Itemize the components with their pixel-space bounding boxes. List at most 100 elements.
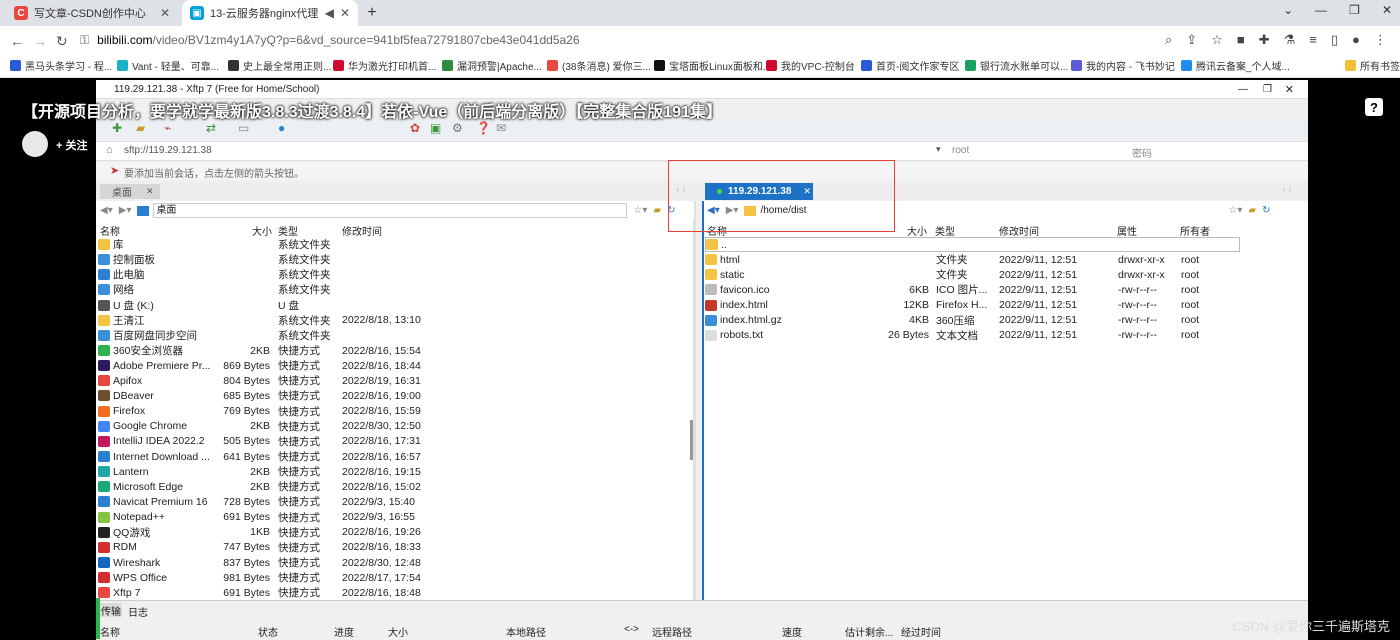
puzzle-icon[interactable]: ✚ bbox=[1259, 32, 1270, 48]
bookmark-icon[interactable]: ☆▾ bbox=[633, 205, 647, 216]
bookmark-item[interactable]: 漏洞预警|Apache... bbox=[442, 58, 542, 73]
sidepanel-icon[interactable]: ▯ bbox=[1331, 32, 1338, 48]
new-tab-button[interactable]: + bbox=[363, 4, 381, 22]
table-row[interactable]: RDM 747 Bytes 快捷方式 2022/8/16, 18:33 bbox=[98, 540, 688, 555]
chevron-down-icon[interactable]: ⌄ bbox=[1283, 3, 1293, 17]
minimize-button[interactable]: — bbox=[1315, 3, 1327, 17]
zoom-icon[interactable]: ⌕ bbox=[1165, 32, 1172, 48]
table-row[interactable]: 王清江 系统文件夹 2022/8/18, 13:10 bbox=[98, 313, 688, 328]
speaker-icon[interactable]: ◀ bbox=[325, 6, 334, 20]
table-row[interactable]: html 文件夹 2022/9/11, 12:51 drwxr-xr-x root bbox=[705, 252, 1303, 267]
flask-icon[interactable]: ⚗ bbox=[1284, 32, 1296, 48]
table-row[interactable]: Adobe Premiere Pr... 869 Bytes 快捷方式 2022/8/… bbox=[98, 358, 688, 373]
column-size[interactable]: 大小 bbox=[252, 223, 272, 238]
table-row[interactable]: 库 系统文件夹 bbox=[98, 237, 688, 252]
column-type[interactable]: 类型 bbox=[935, 223, 955, 238]
restore-button[interactable]: ❐ bbox=[1349, 3, 1360, 17]
close-icon[interactable]: ✕ bbox=[160, 6, 170, 20]
table-row[interactable]: index.html 12KB Firefox H... 2022/9/11, 12:… bbox=[705, 298, 1303, 313]
bookmark-item[interactable]: 我的内容 - 飞书妙记 bbox=[1071, 58, 1175, 73]
transfer-column[interactable]: 经过时间 bbox=[901, 624, 941, 639]
transfer-column[interactable]: 远程路径 bbox=[652, 624, 692, 639]
follow-button[interactable]: + 关注 bbox=[56, 137, 87, 153]
table-row[interactable]: static 文件夹 2022/9/11, 12:51 drwxr-xr-x root bbox=[705, 267, 1303, 282]
column-modified[interactable]: 修改时间 bbox=[999, 223, 1039, 238]
disconnect-icon[interactable]: ⌁ bbox=[164, 121, 171, 135]
globe-icon[interactable]: ● bbox=[278, 121, 285, 135]
table-row[interactable]: Firefox 769 Bytes 快捷方式 2022/8/16, 15:59 bbox=[98, 404, 688, 419]
username-input[interactable]: root bbox=[952, 145, 969, 156]
table-row[interactable]: 360安全浏览器 2KB 快捷方式 2022/8/16, 15:54 bbox=[98, 343, 688, 358]
bookmark-item[interactable]: 首页-阅文作家专区 bbox=[861, 58, 959, 73]
table-row[interactable]: QQ游戏 1KB 快捷方式 2022/8/16, 19:26 bbox=[98, 525, 688, 540]
avatar[interactable] bbox=[22, 131, 48, 157]
properties-icon[interactable]: ▭ bbox=[238, 121, 249, 135]
gear-icon[interactable]: ⚙ bbox=[452, 121, 463, 135]
menu-icon[interactable]: ⋮ bbox=[1374, 32, 1387, 48]
table-row[interactable]: 此电脑 系统文件夹 bbox=[98, 267, 688, 282]
transfer-column[interactable]: 估计剩余... bbox=[845, 624, 893, 639]
table-row[interactable]: favicon.ico 6KB ICO 图片... 2022/9/11, 12:51 -… bbox=[705, 282, 1303, 297]
address-bar[interactable]: ⚿ bilibili.com /video/BV1zm4y1A7yQ?p=6&v… bbox=[80, 30, 1160, 50]
tab-local-desktop[interactable]: 桌面 ✕ bbox=[100, 184, 160, 199]
share-icon[interactable]: ⇪ bbox=[1186, 32, 1197, 48]
table-row[interactable]: .. bbox=[705, 237, 1240, 253]
transfer-column[interactable]: 速度 bbox=[782, 624, 802, 639]
column-size[interactable]: 大小 bbox=[907, 223, 927, 238]
transfer-column[interactable]: 大小 bbox=[388, 624, 408, 639]
bookmark-item[interactable]: 华为激光打印机首... bbox=[333, 58, 436, 73]
table-row[interactable]: 控制面板 系统文件夹 bbox=[98, 252, 688, 267]
bookmark-item[interactable]: 我的VPC-控制台 bbox=[766, 58, 855, 73]
close-icon[interactable]: ✕ bbox=[340, 6, 350, 20]
table-row[interactable]: index.html.gz 4KB 360压缩 2022/9/11, 12:51 -rw… bbox=[705, 313, 1303, 328]
table-row[interactable]: U 盘 (K:) U 盘 bbox=[98, 298, 688, 313]
new-session-icon[interactable]: ✚ bbox=[112, 121, 122, 135]
table-row[interactable]: DBeaver 685 Bytes 快捷方式 2022/8/16, 19:00 bbox=[98, 388, 688, 403]
tab-transfer[interactable]: 传输 bbox=[100, 603, 122, 618]
table-row[interactable]: robots.txt 26 Bytes 文本文档 2022/9/11, 12:51 -r… bbox=[705, 328, 1303, 343]
transfer-icon[interactable]: ⇄ bbox=[206, 121, 216, 135]
bookmark-item[interactable]: 史上最全常用正则... bbox=[228, 58, 331, 73]
help-icon[interactable]: ❓ bbox=[476, 121, 491, 135]
address-input[interactable]: sftp://119.29.121.38 bbox=[124, 145, 212, 156]
transfer-column[interactable]: 进度 bbox=[334, 624, 354, 639]
xshell-icon[interactable]: ✿ bbox=[410, 121, 420, 135]
table-row[interactable]: Navicat Premium 16 728 Bytes 快捷方式 2022/9/3,… bbox=[98, 494, 688, 509]
pin-icon[interactable]: ➤ bbox=[110, 164, 119, 177]
table-row[interactable]: Apifox 804 Bytes 快捷方式 2022/8/19, 16:31 bbox=[98, 373, 688, 388]
bookmark-item[interactable]: 宝塔面板Linux面板和... bbox=[654, 58, 771, 73]
chat-icon[interactable]: ✉ bbox=[496, 121, 506, 135]
bookmark-icon[interactable]: ☆▾ bbox=[1228, 205, 1242, 216]
reload-button[interactable]: ↻ bbox=[56, 33, 68, 50]
column-owner[interactable]: 所有者 bbox=[1180, 223, 1210, 238]
folder-up-icon[interactable]: ▰ bbox=[653, 205, 661, 216]
column-modified[interactable]: 修改时间 bbox=[342, 223, 382, 238]
back-button[interactable]: ← bbox=[10, 33, 24, 49]
table-row[interactable]: IntelliJ IDEA 2022.2 505 Bytes 快捷方式 2022/8/… bbox=[98, 434, 688, 449]
tab-csdn[interactable]: C 写文章-CSDN创作中心 ✕ bbox=[6, 0, 178, 26]
chevron-down-icon[interactable]: ▾ bbox=[936, 144, 941, 155]
back-icon[interactable]: ◀▾ bbox=[100, 205, 113, 216]
bookmark-item[interactable]: (38条消息) 爱你三... bbox=[547, 58, 651, 73]
column-attributes[interactable]: 属性 bbox=[1117, 223, 1137, 238]
bookmark-item[interactable]: Vant - 轻量、可靠... bbox=[117, 58, 219, 73]
terminal-icon[interactable]: ▣ bbox=[430, 121, 441, 135]
table-row[interactable]: Notepad++ 691 Bytes 快捷方式 2022/9/3, 16:55 bbox=[98, 510, 688, 525]
media-icon[interactable]: ≡ bbox=[1309, 32, 1317, 48]
table-row[interactable]: 百度网盘同步空间 系统文件夹 bbox=[98, 328, 688, 343]
table-row[interactable]: Internet Download ... 641 Bytes 快捷方式 2022/8… bbox=[98, 449, 688, 464]
table-row[interactable]: 网络 系统文件夹 bbox=[98, 282, 688, 297]
avatar-icon[interactable]: ● bbox=[1352, 32, 1360, 48]
table-row[interactable]: Wireshark 837 Bytes 快捷方式 2022/8/30, 12:48 bbox=[98, 555, 688, 570]
help-button[interactable]: ? bbox=[1365, 98, 1383, 116]
extension-icon[interactable]: ■ bbox=[1237, 32, 1245, 48]
transfer-column[interactable]: 状态 bbox=[258, 624, 278, 639]
xftp-minimize-button[interactable]: — bbox=[1238, 84, 1248, 95]
close-button[interactable]: ✕ bbox=[1382, 3, 1392, 17]
close-icon[interactable]: ✕ bbox=[146, 186, 154, 197]
table-row[interactable]: Lantern 2KB 快捷方式 2022/8/16, 19:15 bbox=[98, 464, 688, 479]
table-row[interactable]: WPS Office 981 Bytes 快捷方式 2022/8/17, 17:54 bbox=[98, 570, 688, 585]
column-type[interactable]: 类型 bbox=[278, 223, 298, 238]
bookmark-item[interactable]: 所有书签 bbox=[1345, 58, 1400, 73]
refresh-icon[interactable]: ↻ bbox=[1262, 205, 1270, 216]
